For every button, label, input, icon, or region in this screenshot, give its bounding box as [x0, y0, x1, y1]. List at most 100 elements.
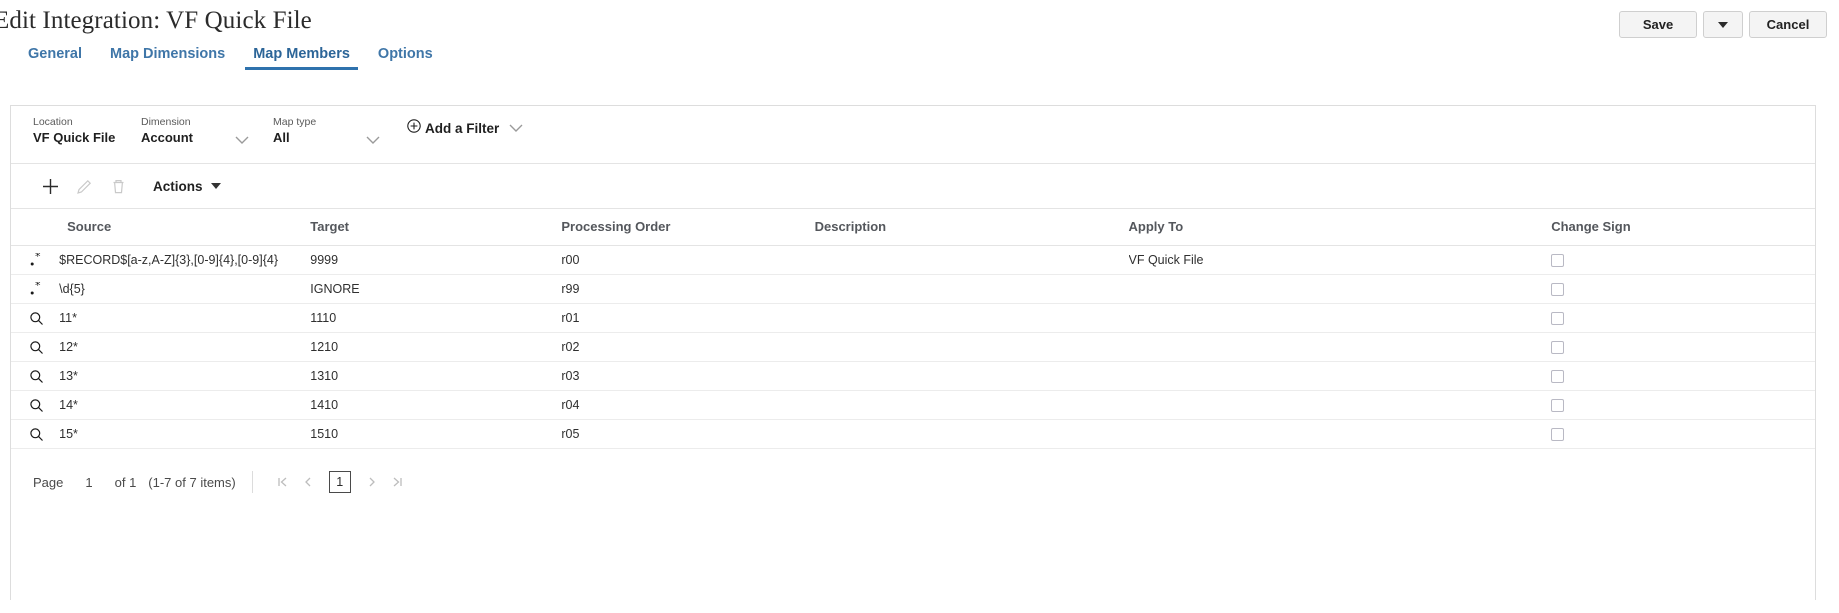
edit-row-button[interactable]	[67, 171, 101, 201]
delete-row-button[interactable]	[101, 171, 135, 201]
change-sign-checkbox[interactable]	[1551, 340, 1565, 354]
page-last-icon[interactable]	[385, 471, 411, 493]
cell-processing-order: r01	[561, 303, 815, 333]
table-header: Source Target Processing Order Descripti…	[11, 209, 1815, 246]
cell-processing-order: r99	[561, 274, 815, 304]
filter-map-type[interactable]: Map type All	[273, 115, 316, 147]
tab-options[interactable]: Options	[364, 44, 447, 70]
page-next-icon[interactable]	[359, 471, 385, 493]
cancel-button[interactable]: Cancel	[1749, 11, 1827, 38]
header-actions: Save Cancel	[1619, 11, 1827, 38]
cell-description	[814, 245, 1129, 275]
filter-location: Location VF Quick File	[33, 115, 115, 147]
col-header-source[interactable]: Source	[59, 209, 311, 246]
plus-circle-icon	[407, 119, 421, 138]
table-header-row: Source Target Processing Order Descripti…	[11, 209, 1815, 246]
cell-change-sign	[1505, 274, 1815, 304]
page-title: Edit Integration: VF Quick File	[0, 7, 312, 34]
tab-map-members[interactable]: Map Members	[239, 44, 364, 70]
row-type-cell: *	[11, 245, 60, 275]
add-a-filter-button[interactable]: Add a Filter	[407, 119, 523, 138]
cell-processing-order: r05	[561, 419, 815, 449]
table-row[interactable]: 15* 1510 r05	[11, 419, 1815, 449]
cell-target: 9999	[310, 245, 562, 275]
table-row[interactable]: 12* 1210 r02	[11, 332, 1815, 362]
cell-source: $RECORD$[a-z,A-Z]{3},[0-9]{4},[0-9]{4}	[59, 245, 311, 275]
filter-map-type-value: All	[273, 130, 290, 145]
actions-menu-button[interactable]: Actions	[153, 179, 221, 194]
cell-processing-order: r04	[561, 390, 815, 420]
save-options-button[interactable]	[1703, 11, 1743, 38]
map-members-table: Source Target Processing Order Descripti…	[11, 209, 1815, 449]
cell-description	[814, 332, 1129, 362]
actions-label: Actions	[153, 178, 203, 194]
cell-target: 1510	[310, 419, 562, 449]
grid-toolbar: Actions	[11, 164, 1815, 209]
search-icon	[11, 398, 59, 413]
table-row[interactable]: 11* 1110 r01	[11, 303, 1815, 333]
filter-dimension[interactable]: Dimension Account	[141, 115, 193, 147]
col-header-target[interactable]: Target	[310, 209, 562, 246]
cell-description	[814, 419, 1129, 449]
filter-bar: Location VF Quick File Dimension Account…	[11, 106, 1815, 164]
cell-apply-to	[1128, 274, 1506, 304]
change-sign-checkbox[interactable]	[1551, 311, 1565, 325]
cell-target: 1110	[310, 303, 562, 333]
cell-apply-to	[1128, 361, 1506, 391]
change-sign-checkbox[interactable]	[1551, 369, 1565, 383]
cell-change-sign	[1505, 390, 1815, 420]
col-header-description[interactable]: Description	[814, 209, 1129, 246]
cell-target: 1310	[310, 361, 562, 391]
cell-change-sign	[1505, 332, 1815, 362]
search-icon	[11, 369, 59, 384]
row-type-cell: *	[11, 274, 60, 304]
save-button[interactable]: Save	[1619, 11, 1697, 38]
page-first-icon[interactable]	[269, 471, 295, 493]
tab-general[interactable]: General	[14, 44, 96, 70]
pager-of-label: of 1	[114, 474, 137, 490]
add-row-button[interactable]	[33, 171, 67, 201]
tab-map-dimensions[interactable]: Map Dimensions	[96, 44, 239, 70]
cell-description	[814, 361, 1129, 391]
row-type-cell	[11, 361, 60, 391]
cell-description	[814, 303, 1129, 333]
cell-description	[814, 390, 1129, 420]
chevron-down-icon[interactable]	[366, 135, 380, 145]
search-icon	[11, 340, 59, 355]
cell-source: 15*	[59, 419, 311, 449]
cell-change-sign	[1505, 303, 1815, 333]
table-row[interactable]: * \d{5} IGNORE r99	[11, 274, 1815, 304]
page-current-button[interactable]: 1	[328, 471, 351, 493]
map-members-card: Location VF Quick File Dimension Account…	[10, 105, 1816, 600]
cell-apply-to	[1128, 390, 1506, 420]
col-header-processing-order[interactable]: Processing Order	[561, 209, 815, 246]
chevron-down-icon[interactable]	[235, 135, 249, 145]
page-prev-icon[interactable]	[295, 471, 321, 493]
cell-change-sign	[1505, 419, 1815, 449]
col-header-apply-to[interactable]: Apply To	[1128, 209, 1506, 246]
cell-source: 14*	[59, 390, 311, 420]
filter-map-type-label: Map type	[273, 116, 317, 128]
change-sign-checkbox[interactable]	[1551, 282, 1565, 296]
table-row[interactable]: * $RECORD$[a-z,A-Z]{3},[0-9]{4},[0-9]{4}…	[11, 245, 1815, 275]
table-body: * $RECORD$[a-z,A-Z]{3},[0-9]{4},[0-9]{4}…	[11, 245, 1815, 449]
table-row[interactable]: 13* 1310 r03	[11, 361, 1815, 391]
cell-apply-to: VF Quick File	[1128, 245, 1506, 275]
change-sign-checkbox[interactable]	[1551, 398, 1565, 412]
pager-page-number[interactable]: 1	[85, 475, 92, 490]
row-type-cell	[11, 390, 60, 420]
cell-processing-order: r03	[561, 361, 815, 391]
cell-target: 1210	[310, 332, 562, 362]
col-header-change-sign[interactable]: Change Sign	[1505, 209, 1815, 246]
cell-change-sign	[1505, 245, 1815, 275]
change-sign-checkbox[interactable]	[1551, 253, 1565, 267]
pager-divider	[251, 471, 253, 493]
regex-icon: *	[11, 253, 59, 267]
svg-text:*: *	[35, 282, 41, 292]
table-row[interactable]: 14* 1410 r04	[11, 390, 1815, 420]
svg-text:*: *	[35, 253, 41, 263]
page-header: Edit Integration: VF Quick File Save Can…	[0, 0, 1839, 46]
change-sign-checkbox[interactable]	[1551, 427, 1565, 441]
pagination: Page 1 of 1 (1-7 of 7 items) 1	[11, 449, 1815, 493]
cell-source: 12*	[59, 332, 311, 362]
